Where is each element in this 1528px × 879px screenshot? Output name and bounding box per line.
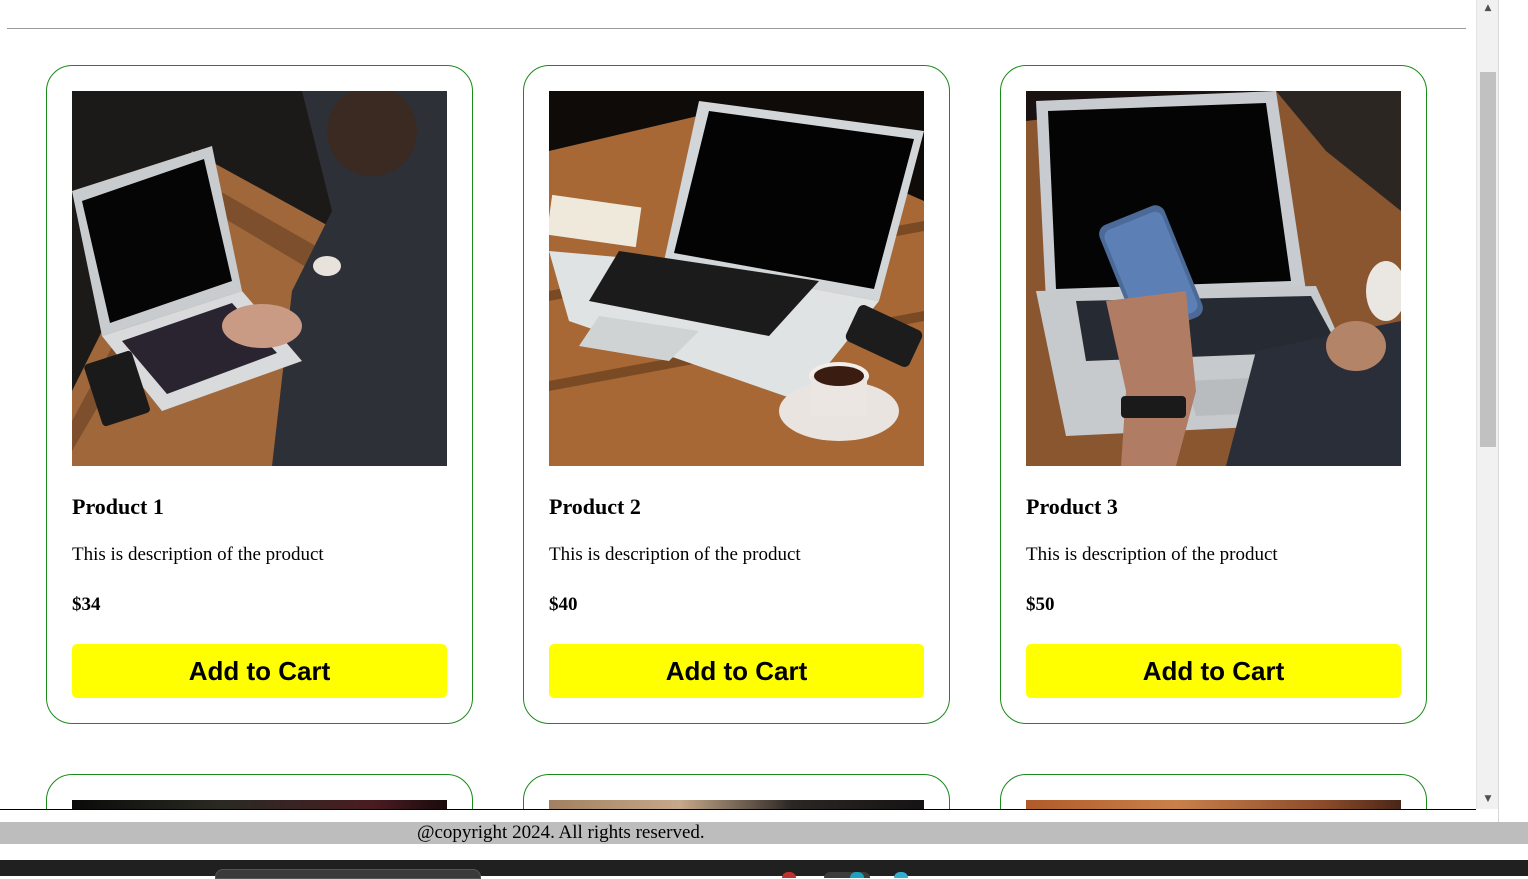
header-divider <box>7 28 1466 29</box>
footer-divider <box>0 809 1476 810</box>
product-description: This is description of the product <box>1026 544 1278 565</box>
product-image-4 <box>72 800 447 809</box>
product-card-2: Product 2 This is description of the pro… <box>523 65 950 724</box>
triangle-down-icon[interactable]: ▼ <box>1477 791 1499 807</box>
product-card-3: Product 3 This is description of the pro… <box>1000 65 1427 724</box>
taskbar-app-icon[interactable] <box>850 872 864 878</box>
triangle-up-icon[interactable]: ▲ <box>1477 0 1499 16</box>
product-image-5 <box>549 800 924 809</box>
add-to-cart-button[interactable]: Add to Cart <box>549 644 924 698</box>
add-to-cart-button[interactable]: Add to Cart <box>72 644 447 698</box>
taskbar-app-icon[interactable] <box>894 872 908 878</box>
product-price: $34 <box>72 594 101 615</box>
scrollbar-thumb[interactable] <box>1480 72 1496 447</box>
window-edge <box>1498 0 1528 822</box>
product-title: Product 1 <box>72 494 164 519</box>
product-image-6 <box>1026 800 1401 809</box>
product-card-6 <box>1000 774 1427 809</box>
taskbar-app-icon[interactable] <box>782 872 796 878</box>
product-page: Product 1 This is description of the pro… <box>0 0 1476 809</box>
product-card-5 <box>523 774 950 809</box>
product-description: This is description of the product <box>72 544 324 565</box>
product-image-1 <box>72 91 447 466</box>
taskbar-search-box[interactable] <box>215 869 481 879</box>
os-taskbar <box>0 860 1528 879</box>
vertical-scrollbar[interactable]: ▲ ▼ <box>1476 0 1498 809</box>
copyright-text: @copyright 2024. All rights reserved. <box>417 822 705 843</box>
add-to-cart-button[interactable]: Add to Cart <box>1026 644 1401 698</box>
product-image-3 <box>1026 91 1401 466</box>
product-title: Product 2 <box>549 494 641 519</box>
product-description: This is description of the product <box>549 544 801 565</box>
site-footer: @copyright 2024. All rights reserved. <box>0 822 1528 844</box>
product-title: Product 3 <box>1026 494 1118 519</box>
product-price: $50 <box>1026 594 1055 615</box>
product-card-4 <box>46 774 473 809</box>
product-card-1: Product 1 This is description of the pro… <box>46 65 473 724</box>
product-image-2 <box>549 91 924 466</box>
product-price: $40 <box>549 594 578 615</box>
